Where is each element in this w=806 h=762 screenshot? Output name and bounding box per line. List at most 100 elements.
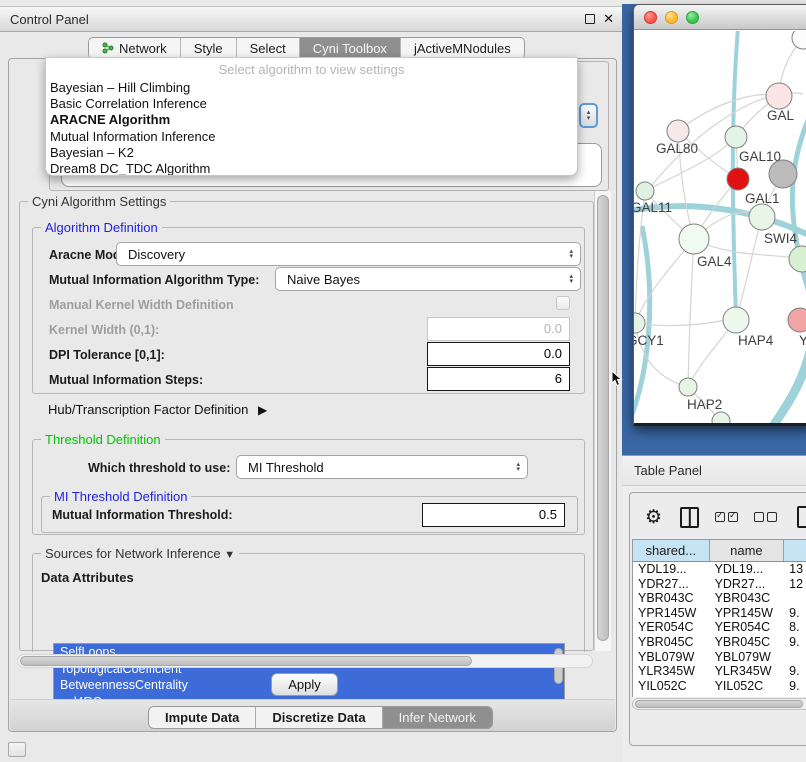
focused-spinner-button[interactable]: ▴▾ xyxy=(579,103,598,128)
network-node[interactable] xyxy=(769,160,797,188)
tab-select[interactable]: Select xyxy=(237,38,300,58)
network-node[interactable] xyxy=(679,224,709,254)
algorithm-option[interactable]: Mutual Information Inference xyxy=(46,129,577,145)
algorithm-option[interactable]: Bayesian – K2 xyxy=(46,145,577,161)
tab-discretize-data[interactable]: Discretize Data xyxy=(256,707,382,728)
algorithm-option[interactable]: Basic Correlation Inference xyxy=(46,96,577,112)
mi-threshold-label: Mutual Information Threshold: xyxy=(52,508,233,522)
algorithm-option[interactable]: Bayesian – Hill Climbing xyxy=(46,80,577,96)
table-row[interactable]: YDR27...YDR27...12 xyxy=(633,577,806,592)
table-cell: YDL19... xyxy=(710,562,785,577)
threshold-definition-title: Threshold Definition xyxy=(41,432,165,447)
table-row[interactable]: YDL19...YDL19...13 xyxy=(633,562,806,577)
algorithm-option[interactable]: Dream8 DC_TDC Algorithm xyxy=(46,161,577,176)
network-node[interactable] xyxy=(788,308,806,332)
collapsed-panel-icon[interactable] xyxy=(8,742,26,757)
table-row[interactable]: YBR045CYBR045C9. xyxy=(633,635,806,650)
table-row[interactable]: YPR145WYPR145W9. xyxy=(633,606,806,621)
column-header-clipped[interactable] xyxy=(784,540,806,561)
table-cell: YBR043C xyxy=(710,591,785,606)
kernel-width-field[interactable]: 0.0 xyxy=(427,317,570,341)
tab-cyni-toolbox[interactable]: Cyni Toolbox xyxy=(300,38,401,58)
network-edge[interactable] xyxy=(736,217,762,320)
export-table-icon[interactable] xyxy=(797,506,806,528)
network-edge[interactable] xyxy=(773,348,806,426)
deselect-all-icon[interactable] xyxy=(754,512,777,522)
table-row[interactable]: YBR043CYBR043C xyxy=(633,591,806,606)
bottom-tabs: Impute Data Discretize Data Infer Networ… xyxy=(148,706,493,729)
hub-definition-expander[interactable]: Hub/Transcription Factor Definition ▶ xyxy=(48,402,267,417)
settings-horizontal-scrollbar[interactable] xyxy=(17,654,593,668)
network-graph: GALGAL80GAL10GAL1GAL11SWI4GAL4GCY1HAP4YH… xyxy=(634,31,806,426)
close-window-icon[interactable] xyxy=(644,11,657,24)
combo-spinner-icon: ▴▾ xyxy=(569,274,580,285)
float-window-icon[interactable] xyxy=(585,14,595,24)
gear-icon[interactable]: ⚙ xyxy=(645,508,662,527)
apply-button[interactable]: Apply xyxy=(271,673,338,696)
table-row[interactable]: YER054CYER054C8. xyxy=(633,620,806,635)
dpi-tolerance-field[interactable]: 0.0 xyxy=(427,342,570,366)
mi-steps-field[interactable]: 6 xyxy=(427,367,570,391)
select-all-icon[interactable] xyxy=(715,512,738,522)
kernel-width-label: Kernel Width (0,1): xyxy=(49,323,159,337)
aracne-mode-combobox[interactable]: Discovery ▴▾ xyxy=(116,242,581,266)
close-panel-icon[interactable]: ✕ xyxy=(603,14,614,24)
tab-infer-network[interactable]: Infer Network xyxy=(383,707,492,728)
network-node[interactable] xyxy=(766,83,792,109)
node-label: GAL10 xyxy=(739,149,781,164)
table-cell: 9. xyxy=(784,635,806,650)
columns-icon[interactable] xyxy=(680,507,699,528)
network-node[interactable] xyxy=(749,204,775,230)
network-edge[interactable] xyxy=(688,239,694,387)
network-node[interactable] xyxy=(679,378,697,396)
table-cell: 9. xyxy=(784,606,806,621)
table-panel-titlebar: Table Panel xyxy=(622,456,806,486)
settings-vscroll-thumb[interactable] xyxy=(597,195,609,641)
table-cell: YBR045C xyxy=(710,635,785,650)
mi-threshold-field[interactable]: 0.5 xyxy=(422,503,565,527)
network-view-window: GALGAL80GAL10GAL1GAL11SWI4GAL4GCY1HAP4YH… xyxy=(633,4,806,426)
network-canvas[interactable]: GALGAL80GAL10GAL1GAL11SWI4GAL4GCY1HAP4YH… xyxy=(634,31,806,426)
network-node[interactable] xyxy=(667,120,689,142)
table-row[interactable]: YBL079WYBL079W xyxy=(633,650,806,665)
network-node[interactable] xyxy=(789,246,806,272)
mouse-cursor xyxy=(611,370,625,388)
cyni-algorithm-settings-group: Cyni Algorithm Settings Algorithm Defini… xyxy=(19,201,594,651)
sources-title[interactable]: Sources for Network Inference ▼ xyxy=(41,546,239,561)
network-node[interactable] xyxy=(727,168,749,190)
column-header-shared-name[interactable]: shared... xyxy=(633,540,710,561)
tab-jactivemnodules[interactable]: jActiveMNodules xyxy=(401,38,524,58)
table-hscroll-thumb[interactable] xyxy=(635,700,803,708)
table-row[interactable]: YLR345WYLR345W9. xyxy=(633,664,806,679)
which-threshold-combobox[interactable]: MI Threshold ▴▾ xyxy=(236,455,528,479)
which-threshold-label: Which threshold to use: xyxy=(88,461,230,475)
settings-vertical-scrollbar[interactable] xyxy=(594,191,611,651)
table-cell: 8. xyxy=(784,620,806,635)
network-node[interactable] xyxy=(792,31,806,49)
table-cell: YPR145W xyxy=(633,606,710,621)
settings-hscroll-thumb[interactable] xyxy=(20,656,472,666)
table-cell: YDR27... xyxy=(633,577,710,592)
network-edge[interactable] xyxy=(678,94,779,131)
network-node[interactable] xyxy=(634,313,645,333)
network-node[interactable] xyxy=(725,126,747,148)
control-panel-titlebar: Control Panel ✕ xyxy=(0,6,622,32)
zoom-window-icon[interactable] xyxy=(686,11,699,24)
tab-network[interactable]: Network xyxy=(89,38,181,58)
network-node[interactable] xyxy=(636,182,654,200)
mi-type-label: Mutual Information Algorithm Type: xyxy=(49,273,259,287)
node-label: GAL80 xyxy=(656,141,698,156)
tab-style[interactable]: Style xyxy=(181,38,237,58)
network-node[interactable] xyxy=(723,307,749,333)
minimize-window-icon[interactable] xyxy=(665,11,678,24)
tab-impute-data[interactable]: Impute Data xyxy=(149,707,256,728)
manual-kernel-checkbox[interactable] xyxy=(556,296,570,310)
node-label: HAP4 xyxy=(738,333,774,348)
column-header-name[interactable]: name xyxy=(710,540,785,561)
table-horizontal-scrollbar[interactable] xyxy=(632,698,806,710)
algorithm-option[interactable]: ARACNE Algorithm xyxy=(46,112,577,128)
mi-type-combobox[interactable]: Naive Bayes ▴▾ xyxy=(275,267,581,291)
node-label: GAL4 xyxy=(697,254,732,269)
table-row[interactable]: YIL052CYIL052C9. xyxy=(633,679,806,694)
network-node[interactable] xyxy=(712,412,730,426)
